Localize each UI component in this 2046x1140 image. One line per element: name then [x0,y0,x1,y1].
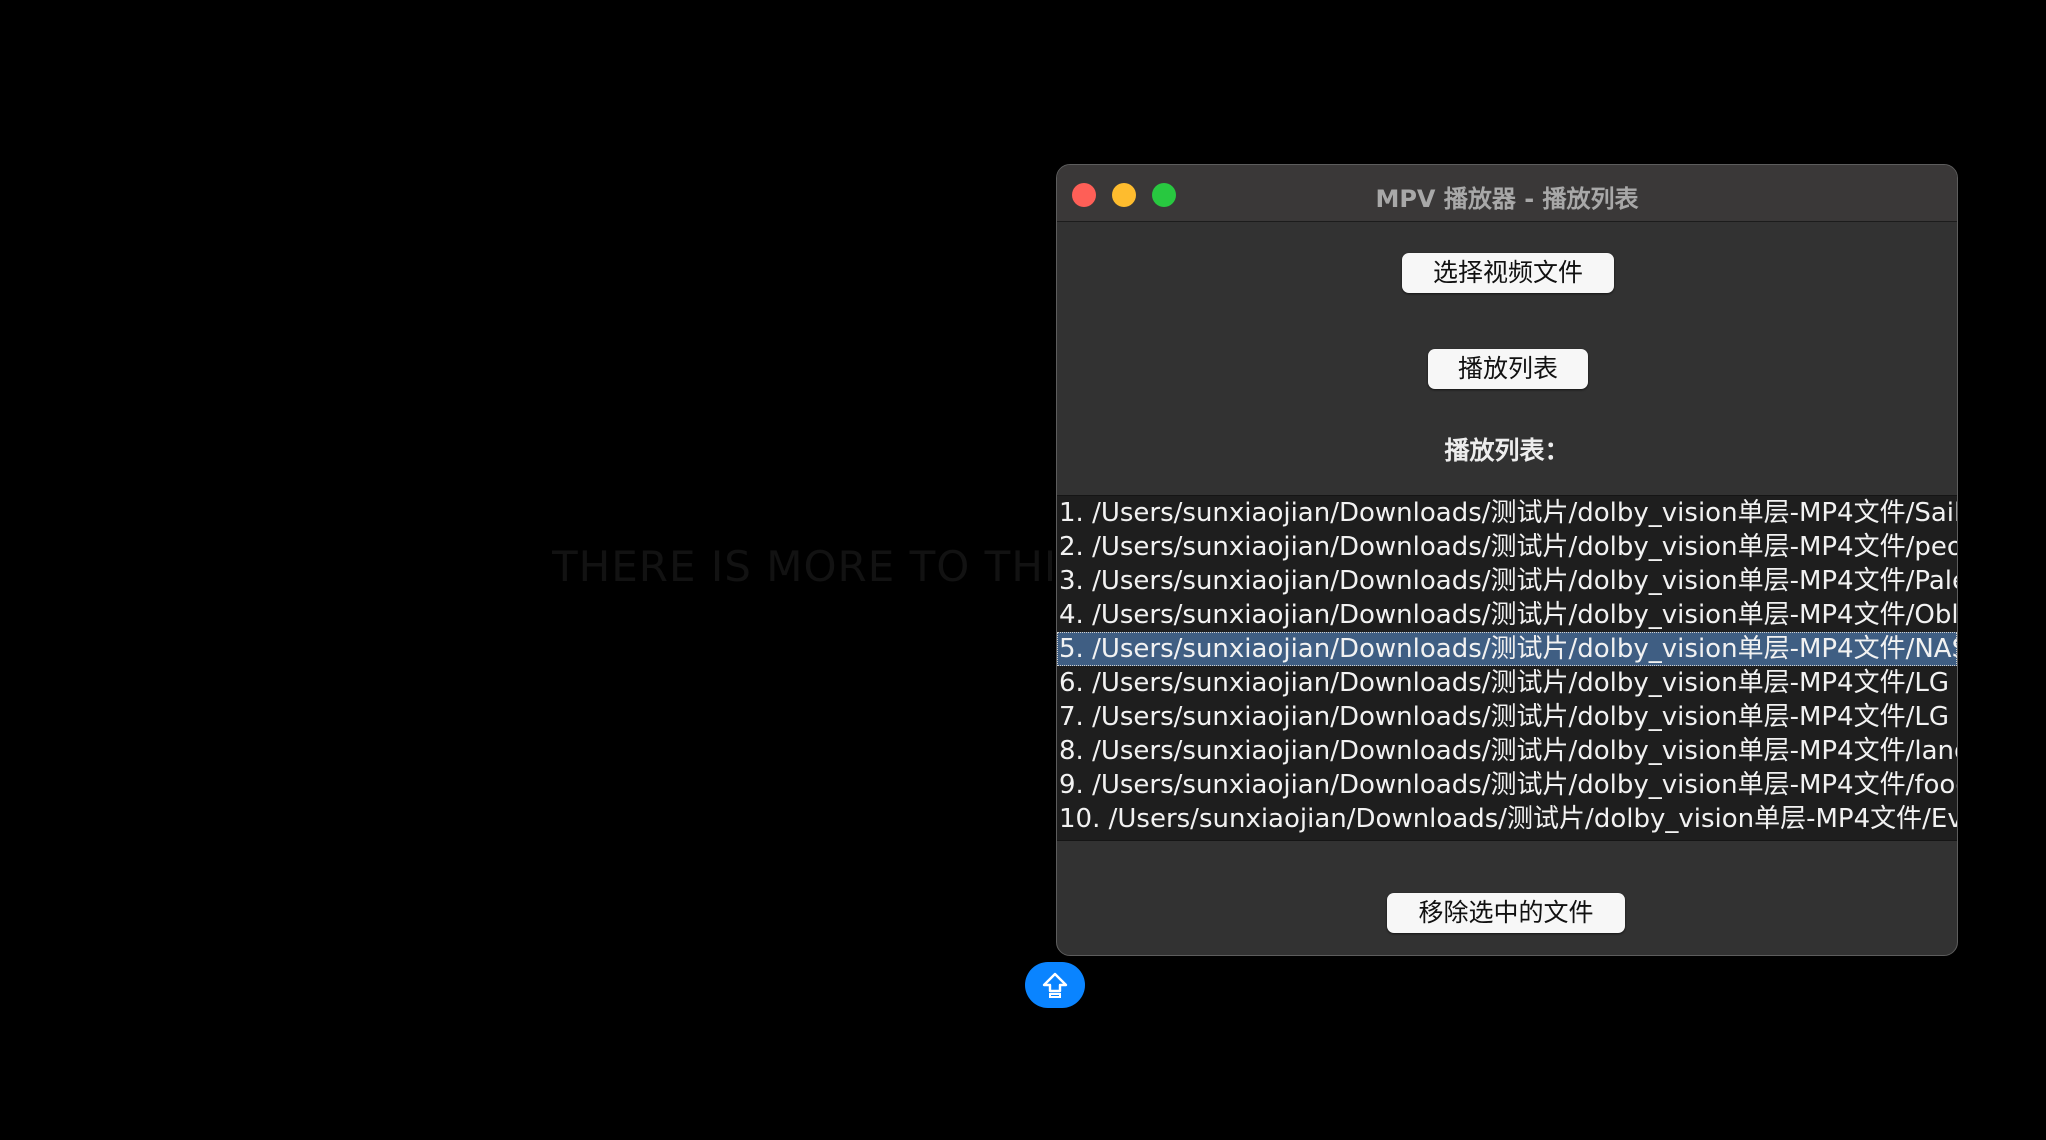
playlist-item[interactable]: 10. /Users/sunxiaojian/Downloads/测试片/dol… [1057,802,1957,836]
playlist-label: 播放列表： [1444,436,1570,465]
remove-selected-button[interactable]: 移除选中的文件 [1387,893,1625,933]
playlist-listbox[interactable]: 1. /Users/sunxiaojian/Downloads/测试片/dolb… [1057,495,1957,841]
background-faded-text: THERE IS MORE TO THE ST [552,542,1052,591]
title-bar[interactable]: MPV 播放器 - 播放列表 [1057,165,1957,222]
mpv-player-window: MPV 播放器 - 播放列表 选择视频文件 播放列表 播放列表： 1. /Use… [1056,164,1958,956]
playlist-item[interactable]: 4. /Users/sunxiaojian/Downloads/测试片/dolb… [1057,598,1957,632]
playlist-item[interactable]: 9. /Users/sunxiaojian/Downloads/测试片/dolb… [1057,768,1957,802]
shift-arrow-up-icon [1042,972,1068,998]
playlist-button[interactable]: 播放列表 [1428,349,1588,389]
choose-video-button[interactable]: 选择视频文件 [1402,253,1614,293]
playlist-item[interactable]: 1. /Users/sunxiaojian/Downloads/测试片/dolb… [1057,496,1957,530]
window-title: MPV 播放器 - 播放列表 [1375,185,1639,213]
playlist-item-selected[interactable]: 5. /Users/sunxiaojian/Downloads/测试片/dolb… [1057,632,1957,666]
playlist-item[interactable]: 3. /Users/sunxiaojian/Downloads/测试片/dolb… [1057,564,1957,598]
playlist-item[interactable]: 7. /Users/sunxiaojian/Downloads/测试片/dolb… [1057,700,1957,734]
playlist-item[interactable]: 6. /Users/sunxiaojian/Downloads/测试片/dolb… [1057,666,1957,700]
playlist-item[interactable]: 2. /Users/sunxiaojian/Downloads/测试片/dolb… [1057,530,1957,564]
playlist-item[interactable]: 8. /Users/sunxiaojian/Downloads/测试片/dolb… [1057,734,1957,768]
shift-indicator-button[interactable] [1025,962,1085,1008]
